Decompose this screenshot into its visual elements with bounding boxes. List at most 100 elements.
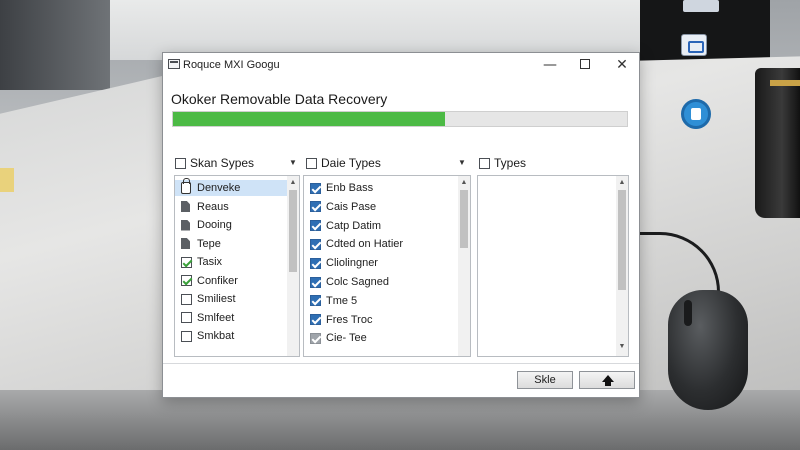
- date-type-label: Cais Pase: [326, 200, 377, 213]
- scan-type-label: Confiker: [197, 274, 238, 287]
- chevron-down-icon[interactable]: ▼: [458, 158, 466, 167]
- recovery-progress-bar: [172, 111, 628, 127]
- date-type-checkbox[interactable]: [310, 332, 321, 344]
- hand-cursor-icon[interactable]: [681, 99, 711, 129]
- folder-icon[interactable]: [681, 34, 707, 56]
- up-button[interactable]: [579, 371, 635, 389]
- pen-cup: [755, 68, 800, 218]
- scan-type-item[interactable]: Reaus: [181, 199, 229, 215]
- date-type-item[interactable]: Catp Datim: [310, 218, 381, 234]
- date-type-checkbox[interactable]: [310, 182, 321, 194]
- scan-type-label: Denveke: [197, 182, 241, 194]
- app-window-icon: [168, 59, 180, 69]
- document-icon: [181, 201, 190, 212]
- types-list[interactable]: ▲ ▼: [477, 175, 629, 357]
- app-heading: Okoker Removable Data Recovery: [171, 91, 388, 107]
- mouse-wheel: [684, 300, 692, 326]
- date-type-label: Catp Datim: [326, 219, 382, 232]
- date-type-label: Cliolingner: [326, 257, 378, 270]
- date-types-header-label: Daie Types: [321, 156, 381, 170]
- scan-type-checkbox[interactable]: [181, 275, 192, 286]
- scroll-thumb[interactable]: [289, 190, 297, 272]
- progress-fill: [173, 112, 446, 126]
- date-type-checkbox[interactable]: [310, 295, 321, 307]
- scan-type-checkbox[interactable]: [181, 312, 192, 323]
- scroll-thumb[interactable]: [460, 190, 468, 248]
- app-window: Roquce MXI Googu — ✕ Okoker Removable Da…: [162, 52, 640, 398]
- date-type-label: Enb Bass: [326, 182, 374, 194]
- scan-types-list[interactable]: Denveke Reaus Dooing Tepe Tasix Confiker Smili…: [174, 175, 300, 357]
- title-bar[interactable]: Roquce MXI Googu — ✕: [163, 53, 639, 77]
- date-type-item[interactable]: Cais Pase: [310, 199, 376, 215]
- scan-type-label: Smlfeet: [197, 311, 235, 324]
- floating-toolbar-icon: [683, 0, 719, 12]
- types-header[interactable]: Types: [479, 153, 629, 173]
- date-type-item[interactable]: Cdted on Hatier: [310, 236, 403, 252]
- maximize-icon: [580, 59, 590, 69]
- skip-button[interactable]: Skle: [517, 371, 573, 389]
- scan-type-item[interactable]: Tasix: [181, 254, 222, 270]
- background-window: [95, 0, 675, 60]
- document-icon: [181, 238, 190, 249]
- window-title: Roquce MXI Googu: [183, 59, 280, 71]
- date-type-label: Cie- Tee: [326, 332, 367, 345]
- date-type-item[interactable]: Colc Sagned: [310, 274, 389, 290]
- date-type-label: Tme 5: [326, 294, 358, 307]
- scan-type-checkbox[interactable]: [181, 330, 192, 342]
- scan-type-label: Smiliest: [197, 293, 236, 305]
- scan-type-label: Smkbat: [197, 330, 235, 342]
- date-type-item[interactable]: Tme 5: [310, 293, 357, 309]
- date-types-select-all-checkbox[interactable]: [306, 157, 317, 169]
- scan-type-checkbox[interactable]: [181, 256, 192, 268]
- background-monitor-left: [0, 0, 110, 90]
- types-select-all-checkbox[interactable]: [479, 157, 490, 169]
- types-scrollbar[interactable]: ▲ ▼: [616, 176, 628, 356]
- sticky-note: [0, 168, 14, 192]
- date-type-checkbox[interactable]: [310, 220, 321, 232]
- scan-type-item[interactable]: Smiliest: [181, 291, 236, 307]
- date-type-checkbox[interactable]: [310, 238, 321, 250]
- date-types-scrollbar[interactable]: ▲: [458, 176, 470, 356]
- date-type-label: Fres Troc: [326, 313, 373, 326]
- lock-icon: [181, 178, 191, 194]
- date-type-item[interactable]: Cie- Tee: [310, 330, 367, 346]
- maximize-button[interactable]: [571, 55, 601, 75]
- scan-type-label: Reaus: [197, 200, 229, 213]
- date-types-list[interactable]: Enb Bass Cais Pase Catp Datim Cdted on Hati…: [303, 175, 471, 357]
- scan-types-header[interactable]: Skan Sypes ▼: [175, 153, 299, 173]
- date-type-label: Colc Sagned: [326, 276, 389, 288]
- date-type-checkbox[interactable]: [310, 314, 321, 326]
- date-type-checkbox[interactable]: [310, 201, 321, 213]
- scan-type-item[interactable]: Denveke: [175, 178, 291, 196]
- date-type-item[interactable]: Cliolingner: [310, 255, 378, 271]
- up-arrow-icon-stem: [605, 381, 611, 386]
- scroll-down-icon[interactable]: ▼: [616, 342, 628, 352]
- scan-type-checkbox[interactable]: [181, 293, 192, 305]
- scroll-thumb[interactable]: [618, 190, 626, 290]
- chevron-down-icon[interactable]: ▼: [289, 158, 297, 167]
- scroll-up-icon[interactable]: ▲: [458, 178, 470, 188]
- scan-types-scrollbar[interactable]: ▲: [287, 176, 299, 356]
- pen-cup-rim: [770, 80, 800, 86]
- types-header-label: Types: [494, 156, 527, 170]
- scan-type-item[interactable]: Confiker: [181, 273, 238, 289]
- close-button[interactable]: ✕: [607, 55, 637, 75]
- computer-mouse: [668, 290, 748, 410]
- date-type-label: Cdted on Hatier: [326, 238, 404, 251]
- date-type-item[interactable]: Enb Bass: [310, 180, 373, 196]
- date-type-checkbox[interactable]: [310, 257, 321, 269]
- document-icon: [181, 219, 190, 231]
- scan-type-item[interactable]: Tepe: [181, 236, 221, 252]
- scan-type-label: Dooing: [197, 219, 232, 231]
- date-types-header[interactable]: Daie Types ▼: [306, 153, 468, 173]
- scan-type-item[interactable]: Smlfeet: [181, 310, 234, 326]
- scan-type-label: Tasix: [197, 256, 223, 268]
- scroll-up-icon[interactable]: ▲: [616, 178, 628, 188]
- date-type-checkbox[interactable]: [310, 276, 321, 288]
- minimize-button[interactable]: —: [535, 55, 565, 75]
- scan-types-select-all-checkbox[interactable]: [175, 157, 186, 169]
- scan-type-item[interactable]: Smkbat: [181, 328, 234, 344]
- scroll-up-icon[interactable]: ▲: [287, 178, 299, 188]
- scan-type-item[interactable]: Dooing: [181, 217, 232, 233]
- date-type-item[interactable]: Fres Troc: [310, 312, 372, 328]
